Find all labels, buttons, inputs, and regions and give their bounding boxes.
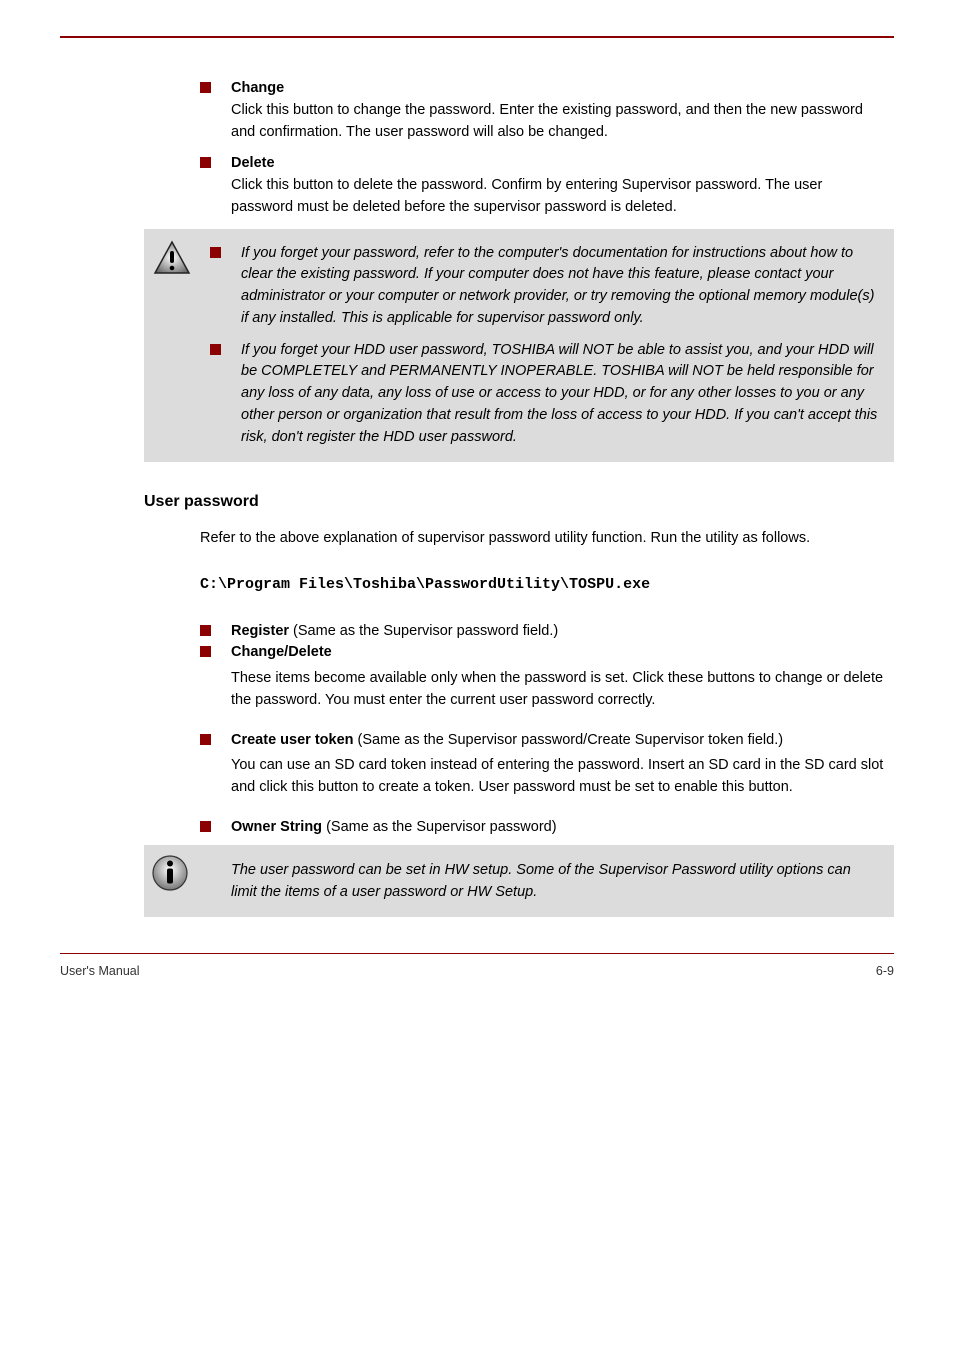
list-item: If you forget your HDD user password, TO… [210, 340, 878, 449]
bullet-icon [200, 625, 211, 636]
item-desc: Click this button to delete the password… [231, 177, 822, 215]
bullet-icon [210, 344, 221, 355]
bullet-icon [200, 821, 211, 832]
list-text: Register (Same as the Supervisor passwor… [231, 621, 558, 643]
list-text: Change Click this button to change the p… [231, 78, 884, 143]
item-label: Delete [231, 155, 275, 171]
item-desc: Click this button to change the password… [231, 102, 863, 140]
bullet-icon [200, 734, 211, 745]
change-delete-desc: These items become available only when t… [231, 668, 884, 712]
page-footer: User's Manual 6-9 [60, 953, 894, 981]
bullet-icon [200, 82, 211, 93]
caution-text: If you forget your HDD user password, TO… [241, 340, 878, 449]
caution-callout: If you forget your password, refer to th… [144, 229, 894, 463]
item-label: Change [231, 80, 284, 96]
list-item: Delete Click this button to delete the p… [200, 153, 884, 218]
list-text: Delete Click this button to delete the p… [231, 153, 884, 218]
caution-text: If you forget your password, refer to th… [241, 243, 878, 330]
bullet-icon [200, 157, 211, 168]
create-token-desc: You can use an SD card token instead of … [231, 755, 884, 799]
footer-right: 6-9 [876, 962, 894, 981]
section-intro: Refer to the above explanation of superv… [200, 528, 884, 550]
list-item: If you forget your password, refer to th… [210, 243, 878, 330]
info-icon [150, 853, 190, 893]
bullet-icon [210, 247, 221, 258]
list-item: Owner String (Same as the Supervisor pas… [200, 817, 884, 839]
list-item: Create user token (Same as the Superviso… [200, 730, 884, 752]
list-text: Change/Delete [231, 642, 332, 664]
page-content: Change Click this button to change the p… [200, 38, 884, 917]
list-text: Owner String (Same as the Supervisor pas… [231, 817, 557, 839]
bullet-icon [200, 646, 211, 657]
info-text: The user password can be set in HW setup… [200, 859, 884, 904]
list-item: Register (Same as the Supervisor passwor… [200, 621, 884, 643]
footer-left: User's Manual [60, 962, 140, 981]
list-item: Change Click this button to change the p… [200, 78, 884, 143]
section-heading: User password [144, 490, 884, 514]
list-text: Create user token (Same as the Superviso… [231, 730, 783, 752]
exe-path: C:\Program Files\Toshiba\PasswordUtility… [200, 574, 884, 597]
list-item: Change/Delete [200, 642, 884, 664]
warning-triangle-icon [152, 239, 192, 279]
info-callout: The user password can be set in HW setup… [144, 845, 894, 918]
